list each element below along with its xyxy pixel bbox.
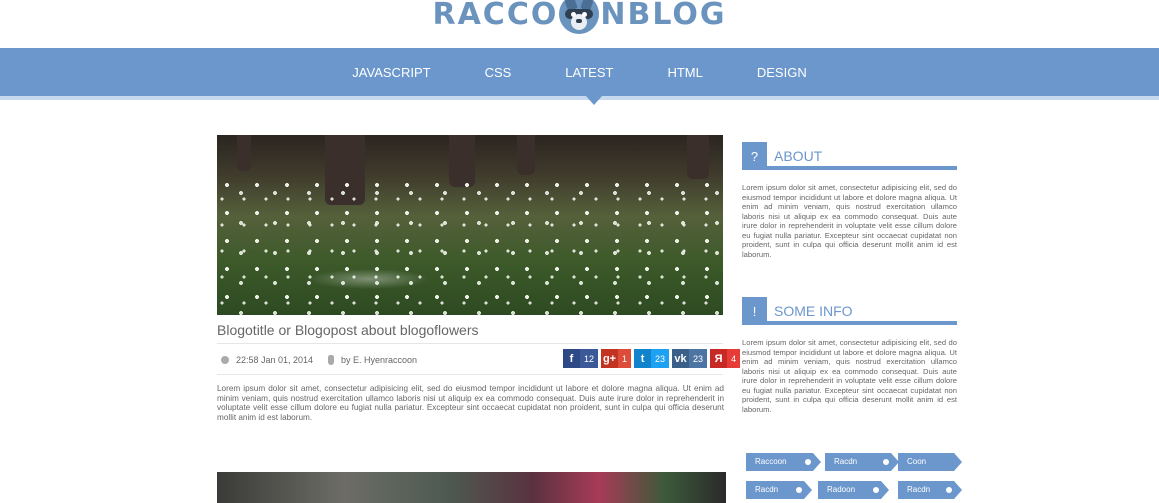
logo-text-left: RACCO — [432, 0, 559, 32]
post-image[interactable] — [217, 135, 723, 315]
googleplus-share-button[interactable]: g+ 1 — [601, 349, 632, 368]
twitter-count: 23 — [655, 353, 666, 364]
tag-label: Radoon — [827, 485, 856, 494]
about-title: ABOUT — [774, 148, 823, 164]
nav-item-html[interactable]: HTML — [640, 65, 729, 80]
exclamation-icon: ! — [742, 297, 767, 325]
post-excerpt: Lorem ipsum dolor sit amet, consectetur … — [217, 384, 724, 422]
raccoon-face-icon — [559, 0, 600, 34]
vk-icon: vk — [672, 349, 690, 368]
nav-item-javascript[interactable]: JAVASCRIPT — [325, 65, 457, 80]
next-post-image[interactable] — [217, 472, 726, 503]
vk-count: 23 — [693, 353, 704, 364]
question-icon: ? — [742, 142, 767, 170]
tag[interactable]: Racdn — [746, 481, 812, 499]
yandex-share-button[interactable]: Я 4 — [710, 349, 741, 368]
facebook-share-button[interactable]: f 12 — [563, 349, 599, 368]
footprint-icon — [328, 355, 334, 365]
post-author-text[interactable]: by E. Hyenraccoon — [341, 355, 417, 365]
nav-item-css[interactable]: CSS — [458, 65, 539, 80]
about-text: Lorem ipsum dolor sit amet, consectetur … — [742, 183, 957, 259]
post-author: by E. Hyenraccoon — [328, 355, 417, 365]
tag[interactable]: Radoon — [818, 481, 889, 499]
post-date: 22:58 Jan 01, 2014 — [221, 355, 313, 365]
tag-label: Coon — [907, 457, 927, 466]
tag[interactable]: Coon — [898, 453, 962, 471]
main-nav: JAVASCRIPT CSS LATEST HTML DESIGN — [0, 48, 1159, 96]
post-title[interactable]: Blogotitle or Blogopost about blogoflowe… — [217, 322, 479, 338]
active-nav-pointer — [586, 96, 602, 105]
nav-underline — [0, 96, 1159, 100]
facebook-icon: f — [563, 349, 580, 368]
tag[interactable]: Raccoon — [746, 453, 821, 471]
site-logo[interactable]: RACCO NBLOG — [0, 0, 1159, 38]
vk-share-button[interactable]: vk 23 — [672, 349, 708, 368]
tag-label: Racdn — [907, 485, 931, 494]
nav-item-latest[interactable]: LATEST — [538, 65, 640, 80]
info-text: Lorem ipsum dolor sit amet, consectetur … — [742, 338, 957, 414]
yandex-count: 4 — [731, 353, 737, 364]
twitter-icon: t — [634, 349, 652, 368]
info-widget-header: ! SOME INFO — [742, 297, 957, 325]
about-widget-header: ? ABOUT — [742, 142, 957, 170]
share-buttons: f 12 g+ 1 t 23 vk 23 Я 4 — [563, 349, 741, 368]
tag-label: Raccoon — [755, 457, 787, 466]
tag-label: Racdn — [755, 485, 779, 494]
facebook-count: 12 — [584, 353, 595, 364]
clock-icon — [221, 356, 229, 364]
googleplus-count: 1 — [622, 353, 628, 364]
tag[interactable]: Racdn — [825, 453, 899, 471]
divider — [217, 343, 723, 344]
post-date-text: 22:58 Jan 01, 2014 — [236, 355, 314, 365]
twitter-share-button[interactable]: t 23 — [634, 349, 670, 368]
logo-text-right: NBLOG — [600, 0, 727, 32]
tag[interactable]: Racdn — [898, 481, 962, 499]
tag-label: Racdn — [834, 457, 858, 466]
nav-item-design[interactable]: DESIGN — [730, 65, 834, 80]
divider — [217, 374, 723, 375]
yandex-icon: Я — [710, 349, 728, 368]
info-title: SOME INFO — [774, 303, 853, 319]
googleplus-icon: g+ — [601, 349, 619, 368]
